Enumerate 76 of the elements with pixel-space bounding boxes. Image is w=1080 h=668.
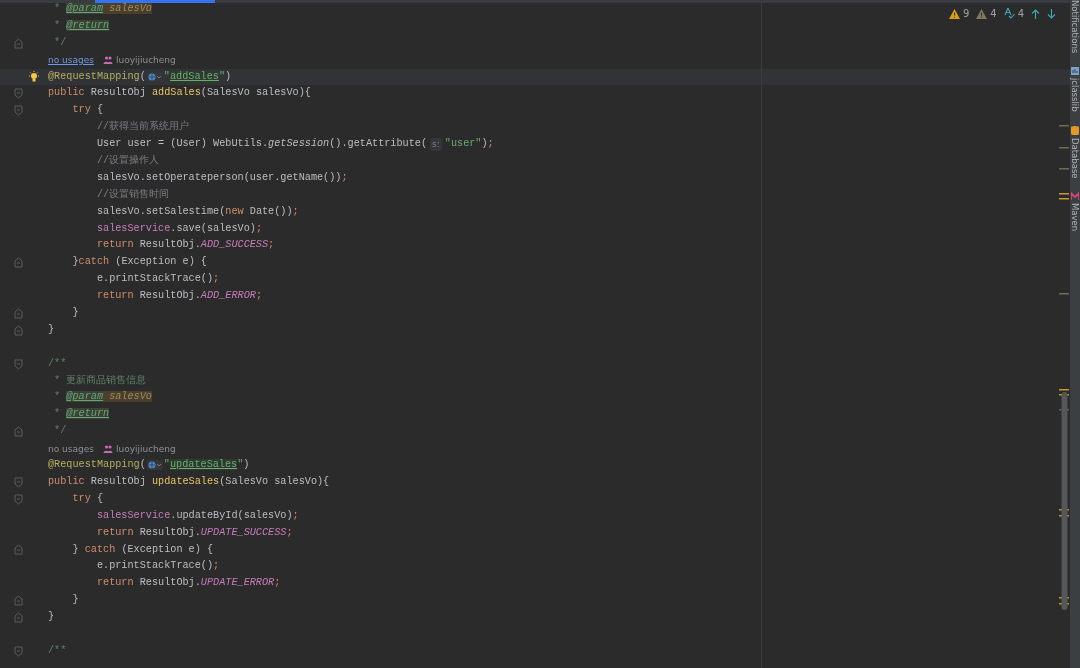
globe-icon[interactable] bbox=[146, 72, 163, 82]
fold-icon[interactable] bbox=[14, 88, 23, 100]
fold-icon[interactable] bbox=[14, 595, 23, 607]
fold-icon[interactable] bbox=[14, 544, 23, 556]
fold-icon[interactable] bbox=[14, 645, 23, 657]
spellcheck-icon[interactable] bbox=[1003, 8, 1015, 19]
code-text: salesService.save(salesVo); bbox=[95, 221, 262, 236]
warning-icon[interactable] bbox=[948, 8, 960, 19]
code-text: "updateSales") bbox=[163, 458, 250, 473]
maven-icon bbox=[1071, 192, 1079, 201]
code-text: }catch (Exception e) { bbox=[71, 255, 207, 270]
code-text: return ResultObj.ADD_SUCCESS; bbox=[95, 238, 275, 253]
scrollbar-thumb[interactable] bbox=[1061, 392, 1068, 610]
code-text: "addSales") bbox=[163, 69, 232, 84]
code-text: } catch (Exception e) { bbox=[71, 542, 214, 557]
arrow-up-icon[interactable] bbox=[1031, 8, 1040, 19]
code-text: return ResultObj.UPDATE_ERROR; bbox=[95, 576, 281, 591]
usages-link[interactable]: no usages bbox=[48, 55, 94, 66]
code-text: User user = (User) WebUtils.getSession().getAttribute( bbox=[95, 137, 428, 152]
usages-text: no usages bbox=[48, 443, 94, 454]
code-text: */ bbox=[53, 35, 67, 50]
code-text: salesVo.setOperateperson(user.getName()); bbox=[95, 170, 348, 185]
code-text: return ResultObj.ADD_ERROR; bbox=[95, 289, 262, 304]
code-text: e.printStackTrace(); bbox=[95, 272, 220, 287]
code-text: salesService.updateById(salesVo); bbox=[95, 508, 299, 523]
fold-icon[interactable] bbox=[14, 37, 23, 49]
tool-window-button[interactable]: Maven bbox=[1070, 192, 1080, 232]
tool-window-button[interactable]: Notifications bbox=[1070, 0, 1080, 54]
people-icon bbox=[102, 56, 113, 65]
fold-icon[interactable] bbox=[14, 476, 23, 488]
fold-icon[interactable] bbox=[14, 257, 23, 269]
code-text: //获得当前系统用户 bbox=[95, 119, 190, 135]
problem-count: 9 bbox=[962, 8, 970, 19]
code-text: //设置操作人 bbox=[95, 154, 160, 168]
tool-window-button[interactable]: Database bbox=[1070, 125, 1080, 179]
code-text: } bbox=[48, 610, 55, 625]
code-text: return ResultObj.UPDATE_SUCCESS; bbox=[95, 525, 293, 540]
warning-icon[interactable] bbox=[976, 8, 988, 19]
problem-count: 4 bbox=[990, 8, 997, 19]
code-text: } bbox=[71, 306, 79, 321]
fold-icon[interactable] bbox=[14, 426, 23, 438]
database-icon bbox=[1071, 125, 1079, 135]
problem-count: 4 bbox=[1017, 8, 1024, 19]
code-text: } bbox=[48, 322, 55, 337]
people-icon bbox=[102, 444, 113, 453]
code-text: //设置销售时间 bbox=[95, 187, 170, 202]
fold-icon[interactable] bbox=[14, 612, 23, 623]
code-text: @RequestMapping( bbox=[48, 69, 146, 84]
code-text: try { bbox=[71, 103, 104, 118]
bulb-icon[interactable] bbox=[28, 71, 40, 83]
code-text: e.printStackTrace(); bbox=[95, 559, 220, 574]
code-text: * @return bbox=[53, 407, 110, 422]
code-text: /** bbox=[48, 356, 67, 371]
tool-window-button[interactable]: jclasslib bbox=[1070, 67, 1080, 112]
code-text: */ bbox=[53, 424, 67, 439]
code-text: salesVo.setSalestime(new Date()); bbox=[95, 204, 299, 219]
globe-icon[interactable] bbox=[146, 460, 163, 471]
author-name: luoyijiucheng bbox=[115, 443, 176, 454]
fold-icon[interactable] bbox=[14, 307, 23, 319]
fold-icon[interactable] bbox=[14, 358, 23, 370]
code-text: /** bbox=[48, 643, 67, 658]
code-text: public ResultObj updateSales(SalesVo salesVo){ bbox=[48, 474, 330, 489]
arrow-down-icon[interactable] bbox=[1047, 8, 1056, 19]
fold-icon[interactable] bbox=[14, 105, 23, 117]
code-text: public ResultObj addSales(SalesVo salesVo){ bbox=[48, 86, 311, 101]
parameter-hint: s: bbox=[430, 138, 442, 152]
fold-icon[interactable] bbox=[14, 324, 23, 336]
code-text: } bbox=[71, 593, 79, 608]
code-text: * @param salesVo bbox=[53, 390, 152, 405]
code-text: try { bbox=[71, 491, 104, 506]
code-text: @RequestMapping( bbox=[48, 458, 146, 473]
author-name: luoyijiucheng bbox=[115, 55, 176, 66]
code-text: * 更新商品销售信息 bbox=[53, 373, 147, 388]
fold-icon[interactable] bbox=[14, 493, 23, 505]
code-text: * @return bbox=[53, 18, 110, 33]
code-text: "user"); bbox=[444, 137, 494, 152]
